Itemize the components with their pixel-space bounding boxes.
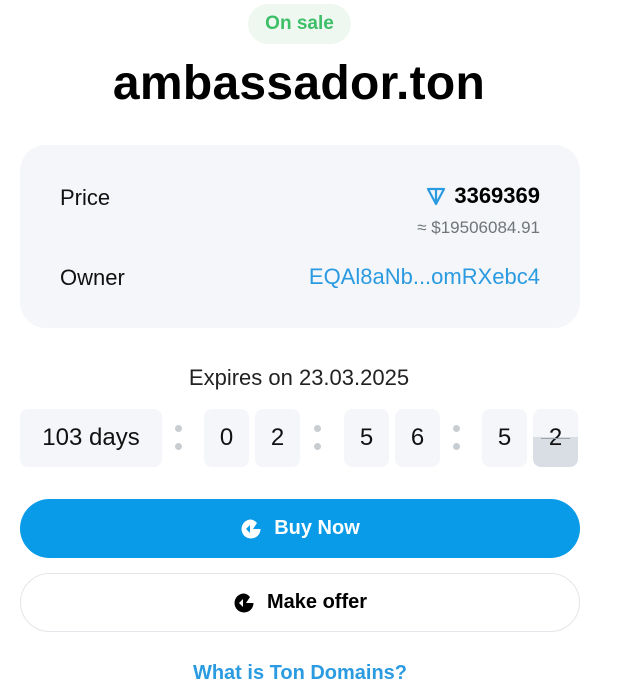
colon-separator <box>451 423 461 453</box>
getgems-logo-icon <box>233 592 255 614</box>
price-usd: ≈ $19506084.91 <box>417 218 540 237</box>
price-label: Price <box>60 185 111 210</box>
colon-separator <box>173 423 183 453</box>
countdown-minutes-ones: 6 <box>395 409 440 467</box>
make-offer-label: Make offer <box>266 591 368 613</box>
domain-info-card: Price 3369369 ≈ $19506084.91 Owner EQAl8… <box>20 145 580 328</box>
domain-title: ambassador.ton <box>112 57 486 110</box>
what-is-ton-domains-link[interactable]: What is Ton Domains? <box>0 662 600 685</box>
countdown-hours-tens: 0 <box>204 409 249 467</box>
owner-label: Owner <box>60 265 125 290</box>
expiry-date: Expires on 23.03.2025 <box>188 365 410 390</box>
countdown-seconds-tens: 5 <box>482 409 527 467</box>
countdown-seconds-ones: 2 <box>533 409 578 467</box>
make-offer-button[interactable]: Make offer <box>20 573 580 632</box>
countdown-hours-ones: 2 <box>255 409 300 467</box>
countdown-days: 103 days <box>20 409 162 467</box>
ton-icon <box>426 186 446 206</box>
owner-address-link[interactable]: EQAl8aNb...omRXebc4 <box>309 264 540 290</box>
status-badge: On sale <box>248 4 351 44</box>
colon-separator <box>312 423 322 453</box>
countdown-minutes-tens: 5 <box>344 409 389 467</box>
price-value-group: 3369369 <box>426 183 540 209</box>
countdown-timer: 103 days 0 2 5 6 5 2 <box>20 409 580 469</box>
buy-now-button[interactable]: Buy Now <box>20 499 580 558</box>
getgems-logo-icon <box>240 518 262 540</box>
price-value: 3369369 <box>454 183 540 208</box>
buy-now-label: Buy Now <box>274 517 360 539</box>
